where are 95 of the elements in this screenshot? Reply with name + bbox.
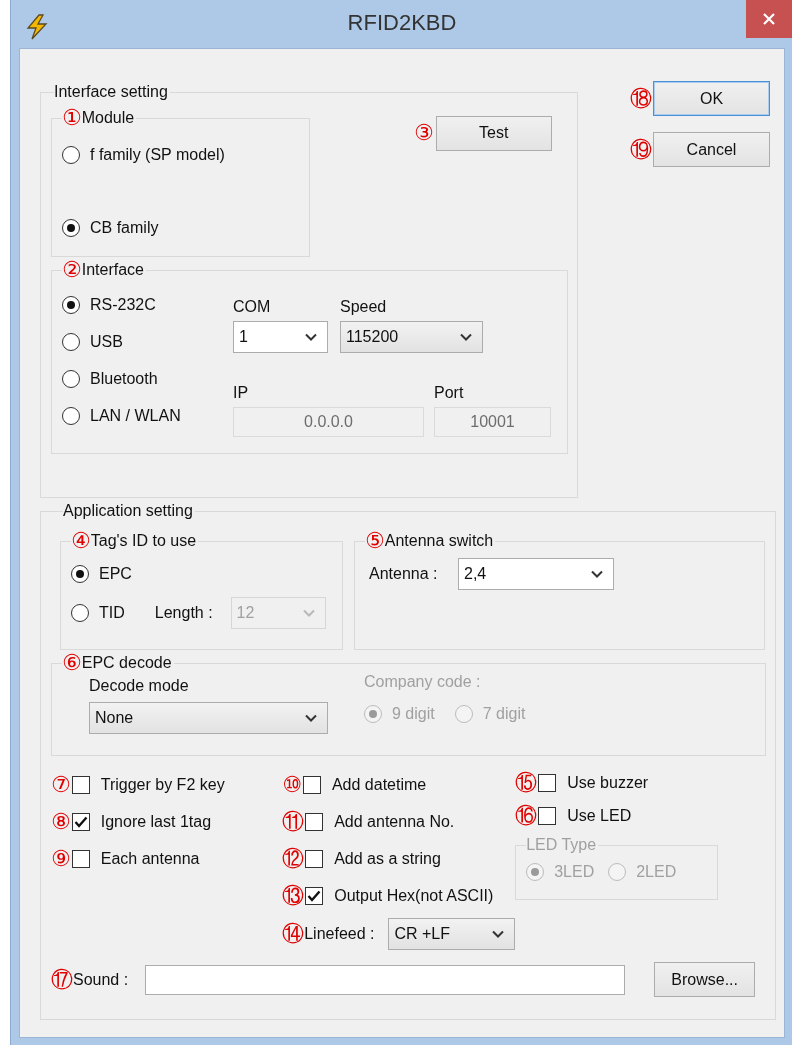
dropdown[interactable]: 1 [233, 321, 328, 353]
field-label: Decode mode [89, 676, 190, 696]
annotation-number: ⑨ [51, 845, 71, 872]
field-label: Length : [154, 604, 213, 621]
field-label: Port [434, 383, 465, 403]
dropdown[interactable]: 2,4 [458, 558, 614, 590]
field-label: Linefeed : [304, 925, 375, 942]
checkbox-label: Add antenna No. [334, 811, 455, 832]
dialog-button[interactable]: Cancel [653, 132, 770, 167]
checkbox[interactable] [305, 812, 324, 831]
annotation-number: ⑧ [51, 808, 71, 835]
radio-button[interactable] [71, 604, 89, 622]
checkbox[interactable] [71, 849, 90, 868]
sound-field[interactable] [145, 964, 626, 995]
group-title: Interface [81, 260, 144, 280]
annotation-number: ⑱ [630, 85, 652, 112]
checkbox-label: Add as a string [334, 848, 441, 869]
annotation-number: ⑪ [282, 808, 305, 835]
annotation-number: ④ [71, 528, 91, 554]
radio-button[interactable] [62, 407, 80, 425]
radio-label: CB family [90, 218, 159, 238]
field-label: Sound : [73, 970, 129, 988]
radio-label: f family (SP model) [90, 145, 225, 165]
test-button[interactable]: Test [435, 115, 552, 151]
annotation-number: ⑮ [515, 769, 538, 796]
checkbox[interactable] [305, 886, 324, 905]
lightning-icon [25, 14, 49, 40]
dropdown[interactable]: CR +LF [388, 918, 516, 950]
radio-button[interactable] [62, 146, 80, 164]
annotation-number: ⑰ [51, 966, 73, 993]
chevron-down-icon [302, 609, 315, 617]
checkbox-label: Output Hex(not ASCII) [334, 885, 494, 906]
group-title: LED Type [526, 835, 597, 855]
annotation-number: ⑭ [282, 921, 305, 947]
group-title: Application setting [63, 501, 193, 521]
chevron-down-icon [305, 714, 317, 722]
annotation-number: ② [62, 257, 82, 283]
annotation-number: ⑬ [282, 882, 305, 909]
checkbox[interactable] [302, 775, 321, 794]
radio-button[interactable] [71, 565, 89, 583]
checkbox[interactable] [71, 775, 90, 794]
radio-button[interactable] [62, 296, 80, 314]
radio-button[interactable] [62, 219, 80, 237]
annotation-number: ③ [414, 120, 434, 146]
dropdown[interactable]: None [89, 702, 328, 734]
radio-label: USB [90, 332, 123, 352]
checkbox-label: Trigger by F2 key [100, 774, 225, 795]
checkbox[interactable] [71, 812, 90, 831]
radio-label: 9 digit [392, 704, 435, 724]
annotation-number: ⑲ [630, 136, 652, 163]
radio-label: TID [99, 603, 125, 623]
checkbox[interactable] [538, 773, 557, 792]
radio-label: RS-232C [90, 295, 156, 315]
dropdown[interactable]: 115200 [340, 321, 483, 353]
checkbox-label: Use LED [567, 805, 632, 826]
group-title: Antenna switch [384, 532, 494, 551]
radio-label: 3LED [554, 862, 595, 882]
annotation-number: ① [62, 105, 82, 131]
radio-label: Bluetooth [90, 369, 158, 389]
field-label: Speed [340, 297, 388, 317]
window-title: RFID2KBD [347, 10, 457, 36]
checkbox[interactable] [305, 849, 324, 868]
radio-button[interactable] [62, 370, 80, 388]
group-title: Tag's ID to use [90, 532, 197, 551]
chevron-down-icon [305, 333, 317, 341]
checkbox-label: Use buzzer [567, 772, 649, 793]
radio-label: EPC [99, 564, 132, 584]
field-label: Antenna : [368, 564, 439, 584]
annotation-number: ⑫ [282, 845, 305, 872]
group-title: EPC decode [81, 653, 172, 673]
browse-button[interactable]: Browse... [654, 962, 756, 997]
checkbox-label: Ignore last 1tag [100, 811, 212, 832]
chevron-down-icon [492, 930, 505, 938]
checkbox[interactable] [538, 806, 557, 825]
annotation-number: ⑩ [282, 771, 302, 798]
annotation-number: ⑤ [365, 528, 385, 554]
annotation-number: ⑦ [51, 771, 71, 798]
chevron-down-icon [591, 570, 603, 578]
close-icon [762, 12, 776, 26]
chevron-down-icon [460, 333, 472, 341]
field-label: COM [233, 297, 272, 317]
dialog-button[interactable]: OK [653, 81, 770, 116]
radio-button[interactable] [62, 333, 80, 351]
radio-label: 7 digit [482, 704, 526, 724]
field-label: Company code : [364, 672, 482, 692]
field-label: IP [233, 383, 250, 403]
checkbox-label: Each antenna [100, 848, 200, 869]
radio-label: LAN / WLAN [90, 406, 181, 426]
group-title: Interface setting [54, 82, 168, 102]
close-button[interactable] [746, 0, 792, 38]
annotation-number: ⑥ [62, 650, 82, 676]
group-title: Module [81, 108, 135, 128]
radio-label: 2LED [636, 862, 677, 882]
checkbox-label: Add datetime [331, 774, 427, 795]
annotation-number: ⑯ [515, 802, 538, 829]
